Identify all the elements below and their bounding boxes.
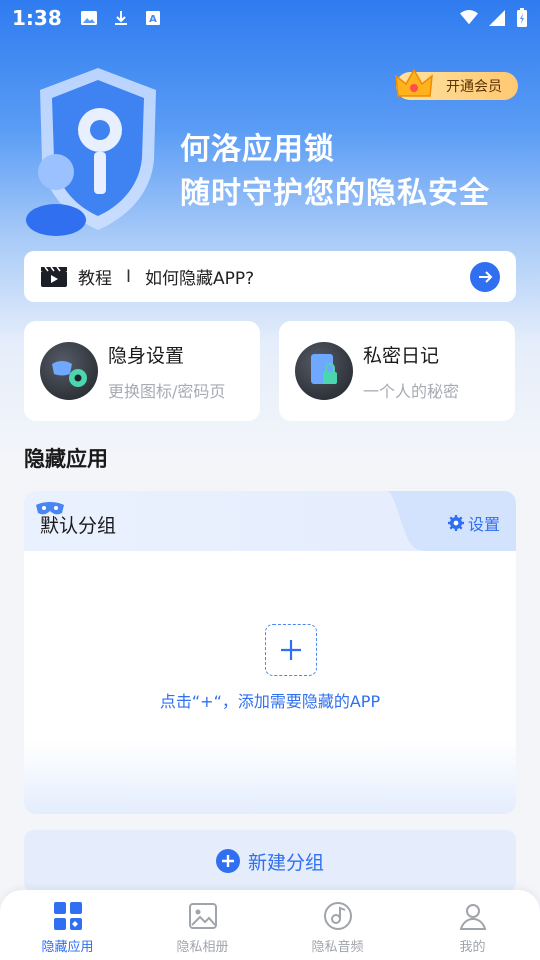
download-notification-icon [114,11,127,25]
empty-hint: 点击“+“，添加需要隐藏的APP [159,692,381,711]
plus-circle-icon [215,849,240,873]
feature-subtitle: 一个人的秘密 [363,381,460,401]
music-disc-icon [323,902,352,930]
nav-profile[interactable]: 我的 [405,890,540,960]
nav-label: 隐私音频 [311,940,364,955]
battery-charging-icon [517,8,527,27]
tutorial-separator: I [126,266,132,287]
group-name: 默认分组 [40,515,117,537]
new-group-button[interactable]: 新建分组 [24,830,516,892]
shield-lock-illustration [26,68,156,236]
feature-subtitle: 更换图标/密码页 [108,381,226,401]
gear-icon [447,515,464,531]
hero-title: 何洛应用锁 随时守护您的隐私安全 [180,128,490,216]
group-empty-gradient [24,741,516,814]
private-diary-card[interactable]: 私密日记 一个人的秘密 [279,321,515,421]
default-group-card: 默认分组 设置 点击“+“，添加需要隐藏的APP [24,491,516,814]
tutorial-banner[interactable]: 教程 I 如何隐藏APP? [24,251,516,302]
bottom-nav: 隐藏应用 隐私相册 隐私音频 我的 [0,890,540,960]
svg-text:A: A [149,14,157,25]
vip-button[interactable]: 开通会员 [395,68,518,100]
video-clapper-icon [41,266,67,287]
group-settings-button[interactable]: 设置 [447,511,500,535]
wifi-icon [460,10,478,25]
text-notification-icon: A [145,11,160,25]
locked-notebook-icon [295,342,353,400]
nav-hidden-apps[interactable]: 隐藏应用 [0,890,135,960]
mask-gear-icon [40,342,98,400]
nav-label: 我的 [459,940,486,955]
tutorial-tag: 教程 [78,269,112,289]
apps-grid-icon [53,902,82,930]
hero-title-line2: 随时守护您的隐私安全 [180,176,490,211]
stealth-settings-card[interactable]: 隐身设置 更换图标/密码页 [24,321,260,421]
new-group-label: 新建分组 [247,851,324,874]
arrow-right-icon[interactable] [470,261,500,292]
crown-icon [395,68,433,97]
nav-label: 隐藏应用 [41,940,94,955]
vip-label: 开通会员 [446,79,502,95]
signal-icon [489,10,505,26]
feature-title: 隐身设置 [108,344,185,367]
hero-title-line1: 何洛应用锁 [180,132,335,167]
image-notification-icon [80,11,97,25]
nav-private-audio[interactable]: 隐私音频 [270,890,405,960]
section-title: 隐藏应用 [24,447,108,471]
profile-icon [459,904,486,930]
add-app-button[interactable] [265,624,317,676]
nav-label: 隐私相册 [176,940,229,955]
group-settings-label: 设置 [467,515,500,534]
plus-icon [281,640,301,660]
status-time: 1:38 [12,6,62,30]
feature-title: 私密日记 [363,344,440,367]
tutorial-text: 如何隐藏APP? [145,269,255,289]
nav-private-album[interactable]: 隐私相册 [135,890,270,960]
image-icon [188,903,217,929]
status-bar: 1:38 A [0,0,540,36]
